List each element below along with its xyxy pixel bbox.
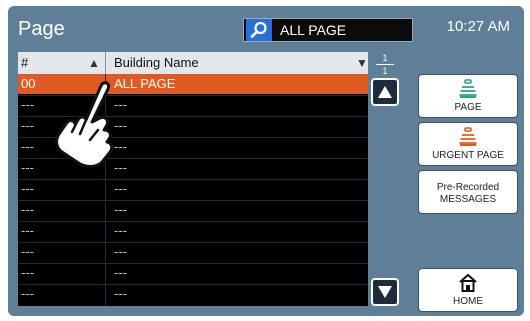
row-number: --- (21, 244, 34, 259)
sort-down-icon[interactable]: ▼ (356, 52, 368, 74)
pre-recorded-messages-button[interactable]: Pre-Recorded MESSAGES (418, 170, 518, 214)
row-number: --- (21, 265, 34, 280)
row-number: --- (21, 286, 34, 301)
row-number: --- (21, 223, 34, 238)
messages-label-line1: Pre-Recorded (436, 181, 500, 193)
row-building-name: --- (114, 244, 127, 259)
page-total: 1 (382, 66, 388, 76)
row-number: --- (21, 118, 34, 133)
row-divider (18, 221, 368, 222)
row-divider (18, 263, 368, 264)
row-divider (18, 179, 368, 180)
table-row[interactable]: --- --- (18, 284, 368, 304)
tap-hand-icon (55, 81, 114, 168)
home-button[interactable]: HOME (418, 268, 518, 312)
row-divider (18, 284, 368, 285)
page-title: Page (18, 18, 65, 40)
search-value: ALL PAGE (280, 22, 347, 38)
column-building-name-header[interactable]: Building Name (114, 52, 199, 74)
row-building-name: --- (114, 202, 127, 217)
row-number: 00 (21, 76, 36, 91)
page-button-label: PAGE (454, 101, 482, 113)
table-row[interactable]: --- --- (18, 179, 368, 199)
scroll-up-button[interactable] (371, 78, 399, 106)
row-divider (18, 200, 368, 201)
row-number: --- (21, 181, 34, 196)
search-field[interactable]: ALL PAGE (243, 18, 413, 42)
row-building-name: --- (114, 286, 127, 301)
sort-up-icon[interactable]: ▲ (88, 52, 100, 74)
column-number-header[interactable]: # (21, 52, 28, 74)
column-divider (105, 52, 106, 74)
row-number: --- (21, 160, 34, 175)
table-row[interactable]: --- --- (18, 221, 368, 241)
urgent-speaker-icon (459, 126, 477, 146)
search-icon[interactable] (246, 19, 272, 41)
row-number: --- (21, 97, 34, 112)
intercom-screen: Page ALL PAGE 10:27 AM # ▲ Building Name… (8, 6, 524, 316)
messages-label-line2: MESSAGES (439, 193, 497, 205)
row-building-name: --- (114, 223, 127, 238)
clock: 10:27 AM (446, 18, 510, 35)
table-row[interactable]: --- --- (18, 263, 368, 283)
page-button[interactable]: PAGE (418, 74, 518, 118)
row-building-name: --- (114, 265, 127, 280)
row-divider (18, 242, 368, 243)
page-current: 1 (382, 53, 388, 63)
home-button-label: HOME (453, 295, 483, 307)
table-header: # ▲ Building Name ▼ (18, 52, 368, 74)
row-building-name: --- (114, 181, 127, 196)
triangle-up-icon (378, 86, 392, 98)
urgent-page-button[interactable]: URGENT PAGE (418, 122, 518, 166)
page-indicator: 1 1 (371, 52, 399, 77)
urgent-page-button-label: URGENT PAGE (432, 149, 504, 161)
row-number: --- (21, 139, 34, 154)
triangle-down-icon (378, 286, 392, 298)
home-icon (459, 273, 477, 292)
table-row[interactable]: --- --- (18, 200, 368, 220)
table-row[interactable]: --- --- (18, 242, 368, 262)
row-number: --- (21, 202, 34, 217)
speaker-icon (459, 78, 477, 98)
scroll-down-button[interactable] (371, 278, 399, 306)
row-building-name: ALL PAGE (114, 76, 176, 91)
